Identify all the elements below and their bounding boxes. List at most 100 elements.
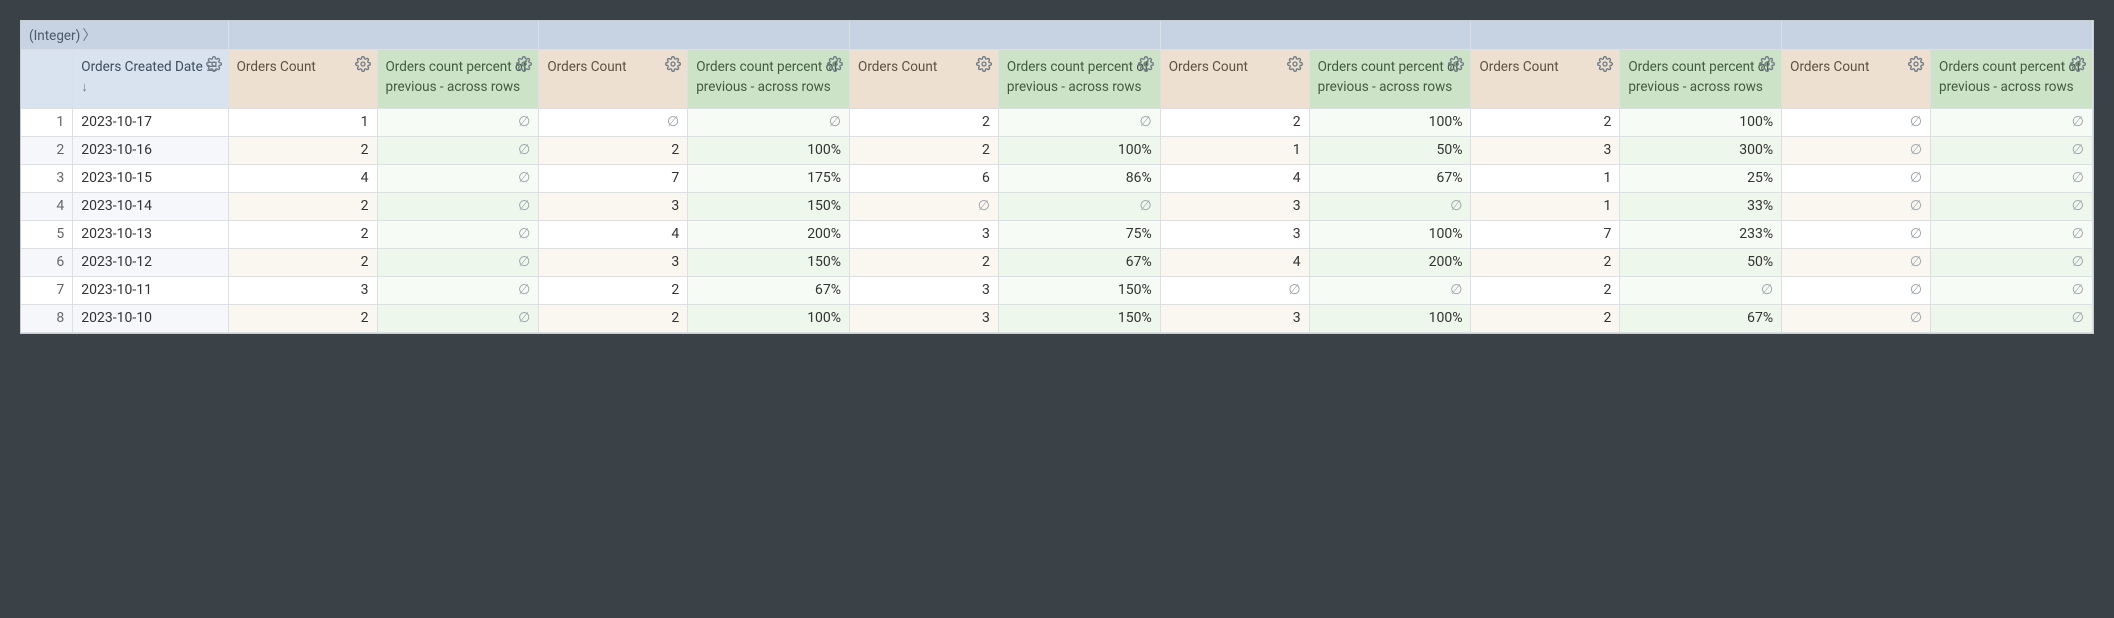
- cell-pct[interactable]: 100%: [1620, 108, 1782, 136]
- cell-count[interactable]: ∅: [850, 192, 999, 220]
- cell-date[interactable]: 2023-10-16: [73, 136, 228, 164]
- column-header-pct[interactable]: Orders count percent of previous - acros…: [377, 50, 539, 109]
- pivot-top-group[interactable]: [1782, 21, 2093, 50]
- cell-pct[interactable]: 86%: [998, 164, 1160, 192]
- cell-count[interactable]: 1: [228, 108, 377, 136]
- cell-count[interactable]: 4: [539, 220, 688, 248]
- cell-pct[interactable]: ∅: [377, 304, 539, 332]
- cell-count[interactable]: ∅: [1160, 276, 1309, 304]
- column-header-pct[interactable]: Orders count percent of previous - acros…: [1309, 50, 1471, 109]
- pivot-top-label-cell[interactable]: (Integer)〉: [21, 21, 228, 50]
- column-header-count[interactable]: Orders Count: [1782, 50, 1931, 109]
- cell-count[interactable]: 7: [1471, 220, 1620, 248]
- cell-pct[interactable]: 100%: [688, 304, 850, 332]
- cell-pct[interactable]: 67%: [688, 276, 850, 304]
- cell-pct[interactable]: 33%: [1620, 192, 1782, 220]
- cell-count[interactable]: 3: [228, 276, 377, 304]
- cell-count[interactable]: 3: [850, 304, 999, 332]
- cell-pct[interactable]: ∅: [377, 136, 539, 164]
- cell-pct[interactable]: ∅: [998, 108, 1160, 136]
- cell-count[interactable]: 2: [1160, 108, 1309, 136]
- cell-pct[interactable]: ∅: [1931, 220, 2093, 248]
- cell-pct[interactable]: ∅: [377, 108, 539, 136]
- cell-pct[interactable]: 50%: [1620, 248, 1782, 276]
- gear-icon-date[interactable]: [206, 56, 222, 72]
- cell-pct[interactable]: 100%: [1309, 108, 1471, 136]
- cell-count[interactable]: 3: [1160, 220, 1309, 248]
- gear-icon-pct[interactable]: [1138, 56, 1154, 72]
- cell-count[interactable]: ∅: [1782, 304, 1931, 332]
- cell-pct[interactable]: ∅: [1620, 276, 1782, 304]
- gear-icon-count[interactable]: [355, 56, 371, 72]
- cell-date[interactable]: 2023-10-17: [73, 108, 228, 136]
- column-header-count[interactable]: Orders Count: [1160, 50, 1309, 109]
- cell-pct[interactable]: 233%: [1620, 220, 1782, 248]
- cell-count[interactable]: 1: [1471, 192, 1620, 220]
- gear-icon-pct[interactable]: [827, 56, 843, 72]
- cell-pct[interactable]: 150%: [998, 304, 1160, 332]
- cell-pct[interactable]: ∅: [377, 276, 539, 304]
- cell-count[interactable]: ∅: [1782, 192, 1931, 220]
- cell-count[interactable]: 2: [539, 136, 688, 164]
- pivot-top-group[interactable]: [539, 21, 850, 50]
- cell-pct[interactable]: 100%: [998, 136, 1160, 164]
- cell-pct[interactable]: 175%: [688, 164, 850, 192]
- cell-date[interactable]: 2023-10-10: [73, 304, 228, 332]
- cell-count[interactable]: 2: [539, 276, 688, 304]
- gear-icon-pct[interactable]: [1759, 56, 1775, 72]
- cell-pct[interactable]: ∅: [377, 164, 539, 192]
- cell-pct[interactable]: 25%: [1620, 164, 1782, 192]
- cell-pct[interactable]: 300%: [1620, 136, 1782, 164]
- cell-count[interactable]: 3: [539, 192, 688, 220]
- gear-icon-pct[interactable]: [1448, 56, 1464, 72]
- cell-count[interactable]: 2: [228, 220, 377, 248]
- cell-count[interactable]: 3: [850, 220, 999, 248]
- cell-count[interactable]: 4: [1160, 164, 1309, 192]
- gear-icon-count[interactable]: [665, 56, 681, 72]
- column-header-pct[interactable]: Orders count percent of previous - acros…: [1931, 50, 2093, 109]
- column-header-pct[interactable]: Orders count percent of previous - acros…: [998, 50, 1160, 109]
- cell-pct[interactable]: 200%: [688, 220, 850, 248]
- column-header-count[interactable]: Orders Count: [1471, 50, 1620, 109]
- column-header-count[interactable]: Orders Count: [228, 50, 377, 109]
- cell-count[interactable]: 6: [850, 164, 999, 192]
- cell-date[interactable]: 2023-10-12: [73, 248, 228, 276]
- pivot-top-group[interactable]: [1471, 21, 1782, 50]
- cell-date[interactable]: 2023-10-13: [73, 220, 228, 248]
- column-header-pct[interactable]: Orders count percent of previous - acros…: [1620, 50, 1782, 109]
- column-header-date[interactable]: Orders Created Date ☰ ↓: [73, 50, 228, 109]
- cell-count[interactable]: 3: [539, 248, 688, 276]
- cell-count[interactable]: 7: [539, 164, 688, 192]
- cell-pct[interactable]: 67%: [1620, 304, 1782, 332]
- cell-pct[interactable]: ∅: [1931, 248, 2093, 276]
- gear-icon-pct[interactable]: [2070, 56, 2086, 72]
- cell-count[interactable]: ∅: [1782, 164, 1931, 192]
- cell-pct[interactable]: 67%: [998, 248, 1160, 276]
- cell-pct[interactable]: 50%: [1309, 136, 1471, 164]
- cell-pct[interactable]: 150%: [688, 248, 850, 276]
- column-header-count[interactable]: Orders Count: [850, 50, 999, 109]
- cell-pct[interactable]: ∅: [377, 192, 539, 220]
- cell-count[interactable]: 2: [1471, 276, 1620, 304]
- cell-count[interactable]: 2: [228, 248, 377, 276]
- cell-date[interactable]: 2023-10-14: [73, 192, 228, 220]
- cell-count[interactable]: 2: [228, 304, 377, 332]
- cell-count[interactable]: 2: [1471, 248, 1620, 276]
- cell-pct[interactable]: 150%: [998, 276, 1160, 304]
- cell-count[interactable]: 3: [850, 276, 999, 304]
- cell-pct[interactable]: ∅: [1931, 136, 2093, 164]
- cell-pct[interactable]: ∅: [377, 220, 539, 248]
- pivot-top-group[interactable]: [228, 21, 539, 50]
- cell-count[interactable]: 2: [228, 192, 377, 220]
- column-header-pct[interactable]: Orders count percent of previous - acros…: [688, 50, 850, 109]
- cell-count[interactable]: 2: [850, 248, 999, 276]
- gear-icon-pct[interactable]: [516, 56, 532, 72]
- cell-count[interactable]: ∅: [539, 108, 688, 136]
- cell-pct[interactable]: ∅: [998, 192, 1160, 220]
- cell-pct[interactable]: 100%: [1309, 304, 1471, 332]
- gear-icon-count[interactable]: [1287, 56, 1303, 72]
- cell-count[interactable]: 3: [1160, 192, 1309, 220]
- gear-icon-count[interactable]: [1597, 56, 1613, 72]
- cell-count[interactable]: ∅: [1782, 108, 1931, 136]
- gear-icon-count[interactable]: [976, 56, 992, 72]
